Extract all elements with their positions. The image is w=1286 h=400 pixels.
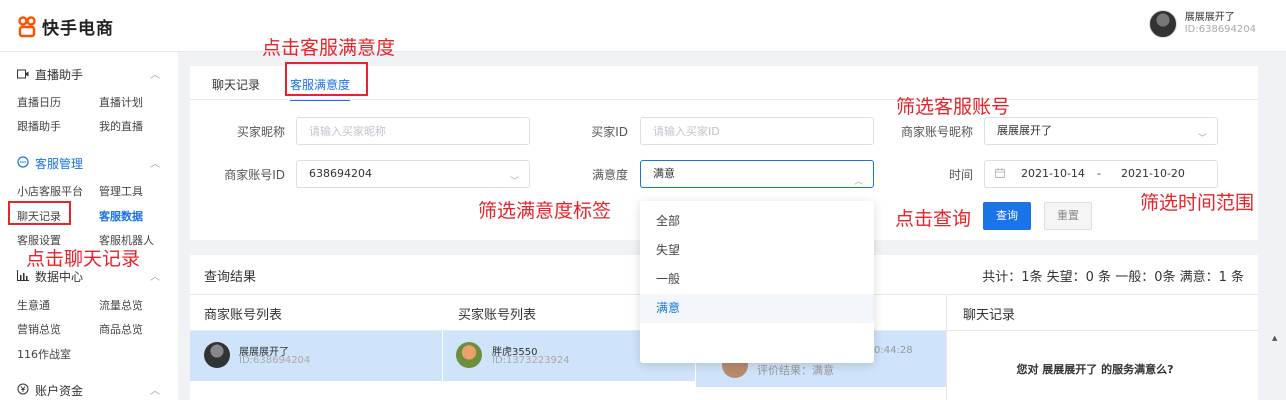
- annotation-sidebar: 点击聊天记录: [26, 248, 141, 270]
- session-time: 0:44:28: [874, 345, 913, 356]
- buyer-id-input[interactable]: [640, 117, 874, 145]
- highlight-tab: [285, 62, 368, 96]
- option-average[interactable]: 一般: [640, 265, 874, 294]
- sidebar-item-my-live[interactable]: 我的直播: [99, 118, 143, 134]
- chevron-down-icon: ﹀: [1197, 134, 1207, 144]
- satisfaction-label: 满意度: [591, 168, 628, 182]
- column-separator: [946, 295, 947, 400]
- option-all[interactable]: 全部: [640, 207, 874, 236]
- option-disappointed[interactable]: 失望: [640, 236, 874, 265]
- sidebar-item-live-follow[interactable]: 跟播助手: [17, 118, 61, 134]
- tab-divider: [190, 99, 1258, 100]
- chevron-up-icon[interactable]: ︿: [150, 382, 160, 397]
- scroll-up-icon[interactable]: ▲: [1272, 334, 1277, 342]
- chat-bubble-icon: [17, 156, 29, 171]
- annotation-time: 筛选时间范围: [1140, 192, 1255, 214]
- sidebar: 直播助手 ︿ 直播日历 直播计划 跟播助手 我的直播 客服管理 ︿ 小店客服平台…: [0, 52, 178, 400]
- sidebar-item-service-data[interactable]: 客服数据: [99, 208, 143, 224]
- annotation-account: 筛选客服账号: [896, 96, 1011, 118]
- user-name: 展展展开了: [1184, 12, 1235, 23]
- merchant-nickname-label: 商家账号昵称: [900, 125, 973, 139]
- app-logo[interactable]: 快手电商: [18, 14, 114, 39]
- col-buyer-list: 买家账号列表: [458, 308, 537, 323]
- sidebar-group-service[interactable]: 客服管理: [17, 155, 83, 172]
- highlight-chat-records: [8, 201, 71, 225]
- buyer-avatar: [456, 342, 482, 368]
- col-chat-records: 聊天记录: [963, 308, 1016, 323]
- date-start[interactable]: 2021-10-14: [1021, 161, 1085, 187]
- sidebar-group-funds[interactable]: 账户资金: [17, 382, 83, 399]
- sidebar-item-live-plan[interactable]: 直播计划: [99, 94, 143, 110]
- yen-icon: [17, 383, 29, 398]
- satisfaction-dropdown: 全部 失望 一般 满意: [640, 201, 874, 363]
- satisfaction-value: 满意: [653, 167, 675, 180]
- merchant-avatar: [204, 342, 230, 368]
- buyer-nickname-input[interactable]: [296, 117, 530, 145]
- merchant-nickname-select[interactable]: 展展展开了 ﹀: [984, 117, 1218, 145]
- user-id: ID:638694204: [1184, 24, 1256, 35]
- col-merchant-list: 商家账号列表: [204, 308, 283, 323]
- sidebar-group-label: 直播助手: [35, 68, 84, 82]
- merchant-id-label: 商家账号ID: [224, 168, 285, 182]
- annotation-query: 点击查询: [895, 208, 972, 230]
- chevron-up-icon[interactable]: ︿: [150, 268, 160, 283]
- sidebar-group-live[interactable]: 直播助手: [17, 66, 83, 83]
- sidebar-item-store-service[interactable]: 小店客服平台: [17, 183, 83, 199]
- merchant-id-select[interactable]: 638694204 ﹀: [296, 160, 530, 188]
- sidebar-item-manage-tools[interactable]: 管理工具: [99, 183, 143, 199]
- merchant-id: ID:638694204: [239, 355, 311, 366]
- results-title: 查询结果: [204, 270, 257, 285]
- merchant-nickname-value: 展展展开了: [997, 124, 1052, 137]
- top-header: 快手电商 展展展开了 ID:638694204: [0, 0, 1286, 52]
- sidebar-group-label: 客服管理: [35, 157, 84, 171]
- session-result: 评价结果：满意: [757, 364, 834, 377]
- sidebar-item-products[interactable]: 商品总览: [99, 321, 143, 337]
- annotation-tab: 点击客服满意度: [262, 37, 396, 59]
- time-label: 时间: [948, 168, 973, 182]
- results-stat: 共计：1条 失望：0 条 一般：0条 满意：1 条: [982, 270, 1244, 285]
- sidebar-item-war-room[interactable]: 116作战室: [17, 346, 71, 362]
- option-satisfied[interactable]: 满意: [640, 294, 874, 323]
- buyer-nickname-label: 买家昵称: [236, 125, 285, 139]
- reset-button[interactable]: 重置: [1044, 202, 1092, 230]
- buyer-id-label: 买家ID: [591, 125, 628, 139]
- sidebar-item-live-calendar[interactable]: 直播日历: [17, 94, 61, 110]
- chat-question: 您对 展展展开了 的服务满意么?: [1016, 363, 1174, 376]
- tab-chat-records[interactable]: 聊天记录: [212, 70, 260, 100]
- chevron-up-icon[interactable]: ︿: [150, 66, 160, 81]
- app-name: 快手电商: [42, 19, 114, 39]
- date-end[interactable]: 2021-10-20: [1121, 161, 1185, 187]
- satisfaction-select[interactable]: 满意 ︿: [640, 160, 874, 188]
- user-avatar: [1148, 10, 1177, 38]
- merchant-id-value: 638694204: [309, 167, 372, 180]
- annotation-tag: 筛选满意度标签: [478, 200, 612, 222]
- video-icon: [17, 68, 29, 82]
- chevron-up-icon[interactable]: ︿: [150, 155, 160, 170]
- kuaishou-logo-icon: [18, 15, 36, 38]
- bar-chart-icon: [17, 269, 29, 284]
- chevron-up-icon: ︿: [853, 177, 863, 187]
- sidebar-group-label: 账户资金: [35, 384, 84, 398]
- sidebar-item-marketing[interactable]: 营销总览: [17, 321, 61, 337]
- date-separator: -: [1097, 167, 1101, 180]
- sidebar-item-business[interactable]: 生意通: [17, 297, 50, 313]
- sidebar-item-traffic[interactable]: 流量总览: [99, 297, 143, 313]
- chevron-down-icon: ﹀: [509, 177, 519, 187]
- buyer-id: ID:1373223924: [492, 355, 570, 366]
- date-range-picker[interactable]: 2021-10-14 - 2021-10-20: [984, 160, 1218, 188]
- query-button[interactable]: 查询: [983, 202, 1031, 230]
- user-menu[interactable]: 展展展开了 ID:638694204: [1148, 10, 1256, 38]
- calendar-icon: [995, 161, 1005, 187]
